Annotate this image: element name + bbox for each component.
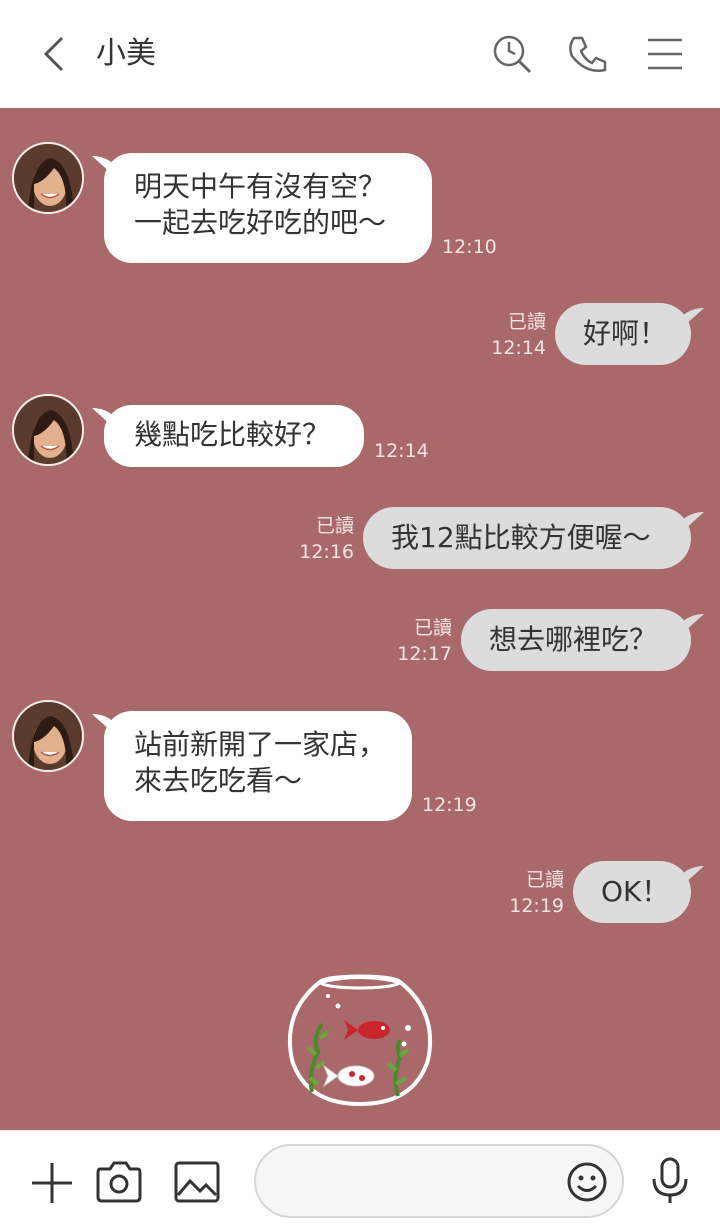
contact-name: 小美 — [96, 36, 156, 71]
image-icon[interactable] — [174, 1161, 220, 1203]
phone-icon[interactable] — [566, 32, 610, 76]
avatar[interactable] — [12, 142, 84, 214]
search-history-icon[interactable] — [490, 32, 534, 76]
chat-area[interactable]: 明天中午有沒有空？ 一起去吃好吃的吧～ 12:10 已讀 12:14 好啊！ 幾… — [0, 108, 720, 1130]
read-label: 已讀 — [315, 515, 354, 537]
message-bubble[interactable]: 我12點比較方便喔～ — [363, 507, 691, 569]
message-bubble[interactable]: 明天中午有沒有空？ 一起去吃好吃的吧～ — [104, 153, 432, 263]
read-label: 已讀 — [507, 311, 546, 333]
back-chevron-icon[interactable] — [36, 34, 76, 74]
message-time: 12:17 — [397, 643, 452, 665]
message-bubble[interactable]: 想去哪裡吃？ — [461, 609, 691, 671]
avatar[interactable] — [12, 700, 84, 772]
menu-icon[interactable] — [644, 32, 688, 76]
message-time: 12:19 — [422, 794, 477, 816]
camera-icon[interactable] — [96, 1159, 142, 1203]
read-status: 已讀 12:17 — [392, 615, 452, 667]
read-label: 已讀 — [413, 617, 452, 639]
message-time: 12:14 — [491, 337, 546, 359]
bubble-tail — [680, 866, 704, 884]
emoji-icon[interactable] — [566, 1161, 608, 1203]
message-bubble[interactable]: 好啊！ — [555, 303, 691, 365]
message-bubble[interactable]: 幾點吃比較好？ — [104, 405, 364, 467]
read-label: 已讀 — [525, 869, 564, 891]
bubble-tail — [680, 308, 704, 326]
message-bubble[interactable]: OK！ — [573, 861, 691, 923]
message-time: 12:14 — [374, 440, 429, 462]
read-status: 已讀 12:19 — [504, 867, 564, 919]
fishbowl-illustration — [287, 974, 433, 1107]
avatar[interactable] — [12, 394, 84, 466]
message-time: 12:10 — [442, 236, 497, 258]
microphone-icon[interactable] — [650, 1157, 690, 1205]
read-status: 已讀 12:16 — [294, 513, 354, 565]
chat-header: 小美 — [0, 0, 720, 108]
avatar-photo — [14, 702, 82, 770]
input-bar — [0, 1130, 720, 1232]
avatar-photo — [14, 144, 82, 212]
read-status: 已讀 12:14 — [486, 309, 546, 361]
plus-icon[interactable] — [30, 1161, 74, 1205]
avatar-photo — [14, 396, 82, 464]
message-time: 12:19 — [509, 895, 564, 917]
bubble-tail — [680, 512, 704, 530]
message-time: 12:16 — [299, 541, 354, 563]
message-bubble[interactable]: 站前新開了一家店， 來去吃吃看～ — [104, 711, 412, 821]
bubble-tail — [680, 614, 704, 632]
